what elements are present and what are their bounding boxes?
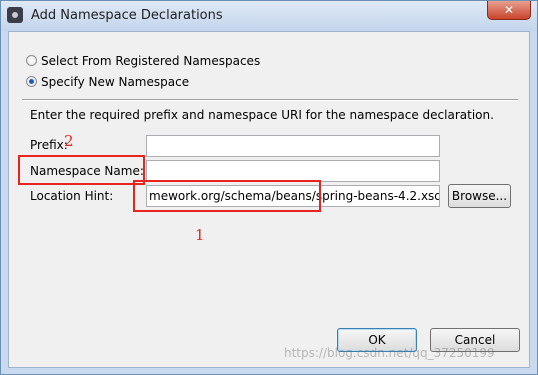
title-bar: Add Namespace Declarations ✕	[1, 1, 537, 31]
radio-label: Specify New Namespace	[41, 74, 190, 89]
radio-specify-namespace[interactable]: Specify New Namespace	[26, 74, 189, 90]
eclipse-icon	[7, 7, 23, 23]
dialog-window: Add Namespace Declarations ✕ Select From…	[0, 0, 538, 375]
prefix-input[interactable]	[146, 135, 440, 157]
annotation-box-location-hint	[133, 180, 321, 212]
radio-registered-namespaces[interactable]: Select From Registered Namespaces	[26, 53, 260, 69]
annotation-number-2: 2	[64, 132, 74, 150]
annotation-box-namespace-name	[18, 155, 145, 185]
close-icon: ✕	[503, 3, 515, 17]
prefix-label: Prefix:	[30, 138, 68, 152]
window-title: Add Namespace Declarations	[31, 8, 223, 23]
namespace-name-input[interactable]	[146, 160, 440, 182]
radio-button[interactable]	[26, 55, 37, 66]
close-button[interactable]: ✕	[487, 1, 531, 20]
watermark-text: https://blog.csdn.net/qq_37250199	[284, 346, 495, 360]
radio-button-selected[interactable]	[26, 76, 37, 87]
location-hint-label: Location Hint:	[30, 189, 114, 203]
separator	[22, 99, 518, 101]
browse-button[interactable]: Browse...	[448, 184, 511, 208]
instruction-text: Enter the required prefix and namespace …	[30, 108, 494, 122]
radio-label: Select From Registered Namespaces	[41, 53, 261, 68]
dialog-body: Select From Registered Namespaces Specif…	[8, 31, 530, 368]
annotation-number-1: 1	[195, 226, 205, 244]
